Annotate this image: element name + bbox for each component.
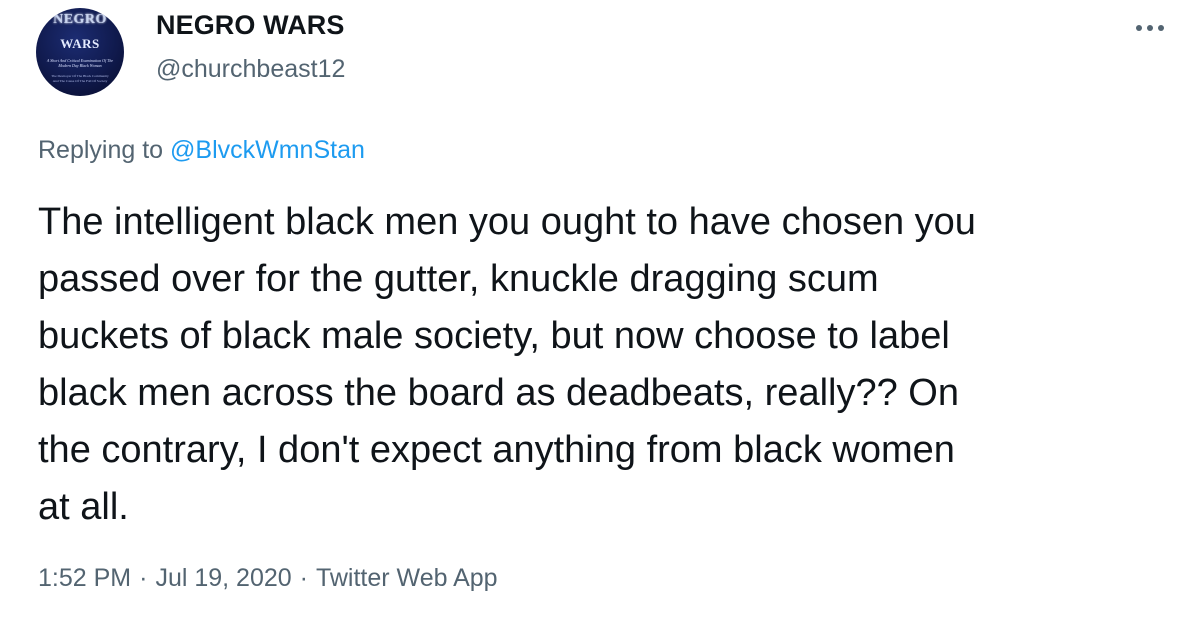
more-options-button[interactable] — [1130, 14, 1170, 42]
tweet-date[interactable]: Jul 19, 2020 — [155, 564, 291, 592]
tweet-text-line: The intelligent black men you ought to h… — [38, 201, 976, 243]
tweet-text-line: buckets of black male society, but now c… — [38, 315, 950, 357]
ellipsis-icon — [1136, 25, 1164, 31]
meta-separator: · — [299, 564, 308, 592]
tweet-meta: 1:52 PM · Jul 19, 2020 · Twitter Web App — [38, 564, 498, 593]
avatar-title-line-2: WARS — [60, 36, 100, 51]
reply-mention-link[interactable]: @BlvckWmnStan — [170, 136, 365, 164]
tweet-text: The intelligent black men you ought to h… — [38, 194, 1188, 536]
avatar-caption: The Destroyer Of The Black Community And… — [51, 74, 109, 83]
tweet-text-line: black men across the board as deadbeats,… — [38, 372, 959, 414]
avatar-title-line-1: NEGRO — [53, 12, 107, 27]
tweet-text-line: at all. — [38, 486, 129, 528]
replying-to: Replying to @BlvckWmnStan — [38, 136, 365, 165]
tweet-text-line: the contrary, I don't expect anything fr… — [38, 429, 955, 471]
user-handle[interactable]: @churchbeast12 — [156, 55, 345, 84]
avatar[interactable]: NEGRO WARS A Short And Critical Examinat… — [36, 8, 124, 96]
meta-separator: · — [139, 564, 148, 592]
avatar-subtitle: A Short And Critical Examination Of The … — [46, 58, 114, 68]
tweet-text-line: passed over for the gutter, knuckle drag… — [38, 258, 879, 300]
tweet: NEGRO WARS A Short And Critical Examinat… — [0, 0, 1202, 632]
tweet-source[interactable]: Twitter Web App — [316, 564, 498, 592]
tweet-time[interactable]: 1:52 PM — [38, 564, 131, 592]
display-name[interactable]: NEGRO WARS — [156, 10, 345, 41]
replying-to-label: Replying to — [38, 136, 164, 164]
